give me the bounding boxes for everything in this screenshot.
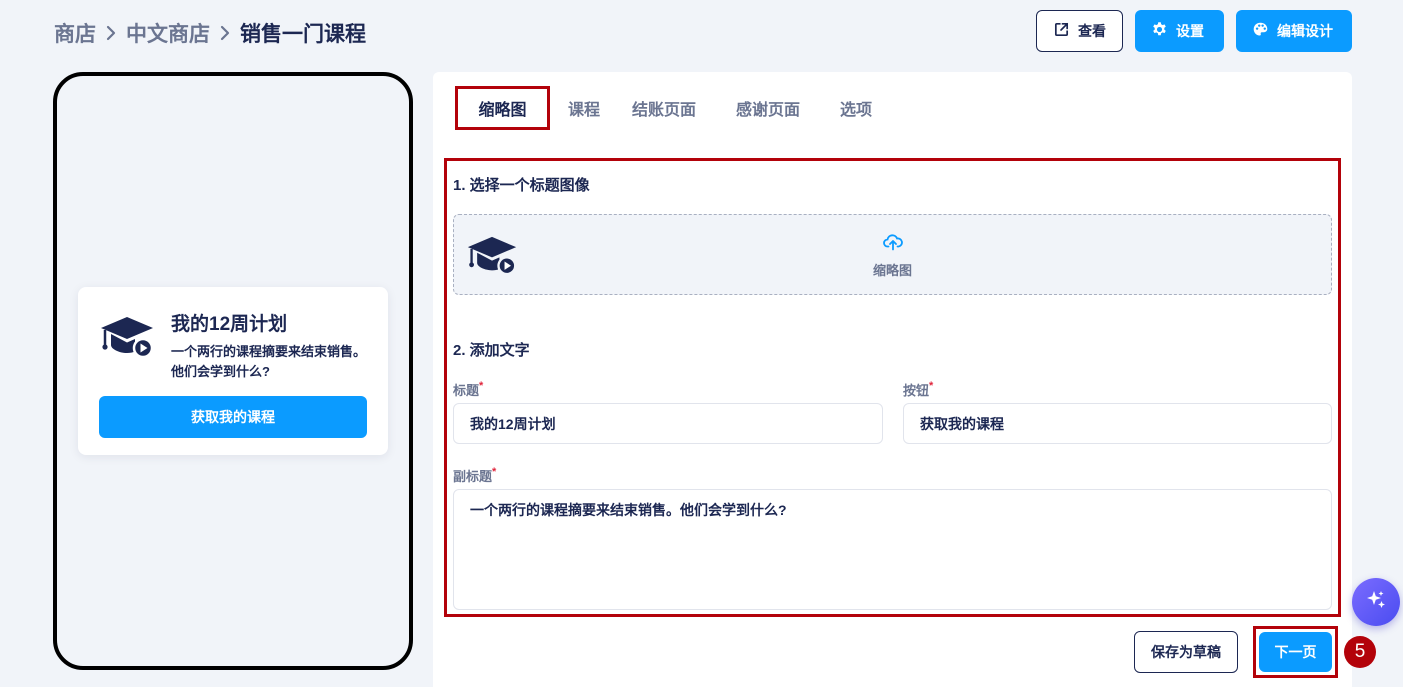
breadcrumb: 商店 中文商店 销售一门课程: [54, 18, 366, 48]
tab-thank-you[interactable]: 感谢页面: [712, 88, 816, 128]
page-title: 销售一门课程: [240, 23, 366, 46]
required-mark: *: [492, 466, 497, 478]
external-link-icon: [1053, 21, 1070, 41]
sparkle-icon: [1364, 588, 1388, 617]
thumbnail-upload-zone[interactable]: 缩略图: [453, 214, 1332, 295]
edit-design-button[interactable]: 编辑设计: [1236, 10, 1352, 52]
tab-options[interactable]: 选项: [816, 88, 888, 128]
chevron-right-icon: [210, 25, 240, 41]
preview-title: 我的12周计划: [171, 314, 288, 335]
preview-subtitle: 一个两行的课程摘要来结束销售。他们会学到什么?: [171, 344, 367, 379]
section-title-image: 1. 选择一个标题图像: [453, 177, 590, 194]
required-mark: *: [929, 380, 934, 392]
gear-icon: [1151, 21, 1168, 41]
ai-assistant-button[interactable]: [1352, 578, 1400, 626]
view-button-label: 查看: [1078, 23, 1106, 39]
upload-label: 缩略图: [872, 263, 912, 278]
next-page-button[interactable]: 下一页: [1259, 632, 1332, 672]
view-button[interactable]: 查看: [1036, 10, 1123, 52]
preview-cta-button[interactable]: 获取我的课程: [99, 396, 367, 438]
breadcrumb-chinese-store[interactable]: 中文商店: [126, 18, 210, 48]
breadcrumb-store[interactable]: 商店: [54, 18, 96, 48]
editor-panel: 缩略图 课程 结账页面 感谢页面 选项 1. 选择一个标题图像 缩略图 2. 添…: [433, 72, 1352, 687]
edit-design-button-label: 编辑设计: [1277, 23, 1333, 39]
tab-checkout[interactable]: 结账页面: [590, 88, 712, 128]
highlight-next-box: 下一页: [1253, 626, 1338, 678]
chevron-right-icon: [96, 25, 126, 41]
settings-button[interactable]: 设置: [1135, 10, 1224, 52]
subtitle-field-label: 副标题: [453, 469, 493, 484]
subtitle-textarea[interactable]: 一个两行的课程摘要来结束销售。他们会学到什么?: [453, 489, 1332, 610]
button-text-input[interactable]: [903, 403, 1332, 444]
title-input[interactable]: [453, 403, 883, 444]
button-field-label: 按钮: [903, 383, 930, 398]
preview-card: 我的12周计划 一个两行的课程摘要来结束销售。他们会学到什么? 获取我的课程: [78, 287, 388, 455]
step-number-badge: 5: [1344, 636, 1376, 668]
required-mark: *: [479, 380, 484, 392]
settings-button-label: 设置: [1176, 23, 1204, 39]
palette-icon: [1252, 21, 1269, 41]
tab-thumbnail[interactable]: 缩略图: [455, 86, 550, 130]
header-actions: 查看 设置 编辑设计: [1036, 10, 1352, 52]
section-title-text: 2. 添加文字: [453, 342, 530, 359]
graduation-cap-play-icon: [99, 309, 155, 382]
cloud-upload-icon: [882, 233, 903, 256]
phone-preview: 我的12周计划 一个两行的课程摘要来结束销售。他们会学到什么? 获取我的课程: [53, 72, 413, 670]
tab-bar: 缩略图 课程 结账页面 感谢页面 选项: [455, 86, 888, 130]
save-draft-button[interactable]: 保存为草稿: [1134, 631, 1238, 673]
title-field-label: 标题: [453, 383, 480, 398]
